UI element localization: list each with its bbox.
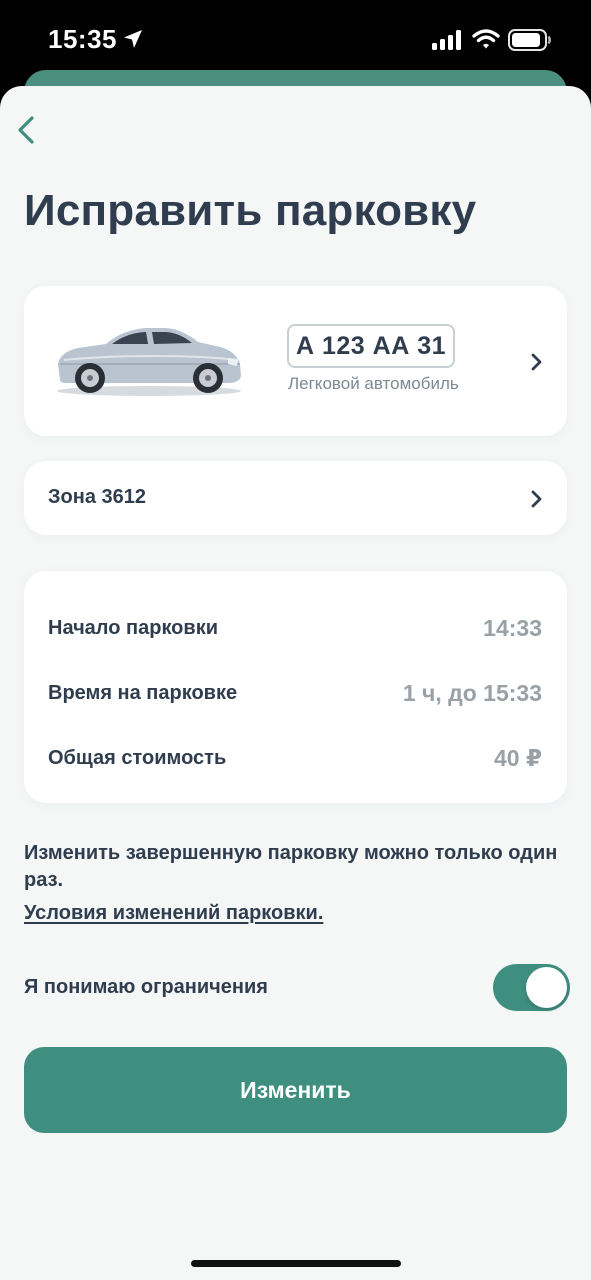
info-label: Начало парковки [48,617,218,639]
info-label: Общая стоимость [48,747,227,769]
battery-icon [508,29,551,51]
info-value: 1 ч, до 15:33 [402,680,542,706]
parking-info-card: Начало парковки 14:33 Время на парковке … [24,571,567,803]
home-indicator [191,1260,401,1267]
location-arrow-icon [124,30,142,48]
status-time: 15:35 [48,24,117,54]
chevron-left-icon[interactable] [10,108,50,152]
status-bar: 15:35 [0,0,591,80]
zone-label: Зона 3612 [48,486,146,508]
chevron-right-icon [531,490,542,508]
edit-limit-notice: Изменить завершенную парковку можно толь… [24,842,558,891]
zone-card[interactable]: Зона 3612 [24,461,567,535]
info-row-duration: Время на парковке 1 ч, до 15:33 [48,680,542,712]
info-row-start: Начало парковки 14:33 [48,615,542,647]
toggle-knob [526,967,567,1008]
acknowledge-toggle[interactable] [493,964,570,1011]
vehicle-card[interactable]: А 123 АА 31 Легковой автомобиль [24,286,567,436]
wifi-icon [472,29,500,49]
terms-link[interactable]: Условия изменений парковки. [24,902,323,925]
chevron-right-icon [531,353,542,371]
vehicle-type: Легковой автомобиль [288,374,459,393]
cellular-signal-icon [432,30,461,50]
acknowledge-label: Я понимаю ограничения [24,976,268,998]
info-row-cost: Общая стоимость 40 ₽ [48,745,542,777]
page-title: Исправить парковку [24,186,477,235]
info-label: Время на парковке [48,682,238,704]
info-value: 14:33 [483,615,542,641]
info-value: 40 ₽ [494,745,542,771]
license-plate: А 123 АА 31 [287,324,455,368]
car-icon [57,328,241,396]
submit-button[interactable]: Изменить [24,1047,567,1133]
